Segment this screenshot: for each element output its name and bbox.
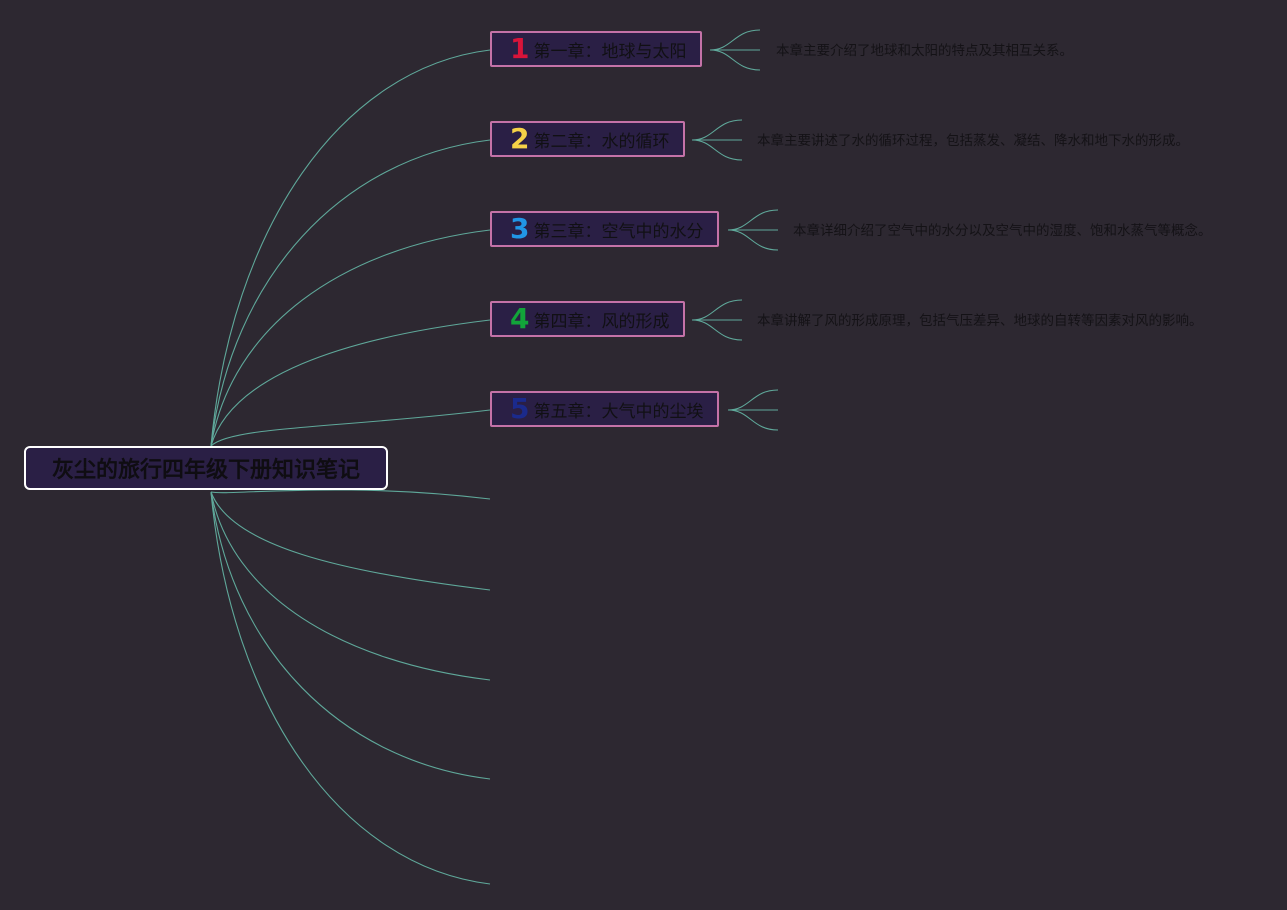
chapter-summary-2[interactable]: 本章主要讲述了水的循环过程，包括蒸发、凝结、降水和地下水的形成。: [757, 132, 1189, 150]
chapter-title-1: 第一章：地球与太阳: [533, 41, 687, 62]
fan-link-5-1: [727, 389, 779, 411]
chapter-node-2[interactable]: 2 第二章：水的循环: [490, 121, 686, 157]
branch-link-1: [210, 49, 491, 447]
chapter-title-3: 第三章：空气中的水分: [533, 221, 704, 242]
branch-link-5: [210, 409, 491, 447]
chapter-number-1: 1: [510, 32, 530, 65]
chapter-title-4: 第四章：风的形成: [533, 311, 670, 332]
fan-link-4-1: [691, 299, 743, 321]
chapter-number-3: 3: [510, 212, 530, 245]
chapter-title-5: 第五章：大气中的尘埃: [533, 401, 704, 422]
root-title: 灰尘的旅行四年级下册知识笔记: [51, 458, 360, 483]
chapter-node-5[interactable]: 5 第五章：大气中的尘埃: [490, 391, 720, 427]
fan-link-4-3: [691, 319, 743, 341]
mind-map-canvas: 灰尘的旅行四年级下册知识笔记 1 第一章：地球与太阳 本章主要介绍了地球和太阳的…: [0, 0, 1287, 910]
fan-link-1-1: [709, 29, 761, 51]
branch-link-3: [210, 229, 491, 447]
lower-branch-link-2: [210, 491, 491, 591]
lower-branch-link-5: [210, 491, 491, 885]
chapter-node-1[interactable]: 1 第一章：地球与太阳: [490, 31, 703, 67]
root-node[interactable]: 灰尘的旅行四年级下册知识笔记: [24, 446, 388, 490]
fan-link-2-3: [691, 139, 743, 161]
lower-branch-link-4: [210, 491, 491, 780]
chapter-summary-1[interactable]: 本章主要介绍了地球和太阳的特点及其相互关系。: [776, 42, 1073, 60]
chapter-title-2: 第二章：水的循环: [533, 131, 670, 152]
lower-branch-link-1: [210, 489, 491, 500]
fan-link-3-1: [727, 209, 779, 231]
fan-link-2-1: [691, 119, 743, 141]
chapter-summary-3[interactable]: 本章详细介绍了空气中的水分以及空气中的湿度、饱和水蒸气等概念。: [793, 222, 1212, 240]
fan-link-3-3: [727, 229, 779, 251]
chapter-number-5: 5: [510, 392, 530, 425]
fan-link-5-3: [727, 409, 779, 431]
branch-link-4: [210, 319, 491, 447]
chapter-summary-4[interactable]: 本章讲解了风的形成原理，包括气压差异、地球的自转等因素对风的影响。: [757, 312, 1203, 330]
lower-branch-link-3: [210, 491, 491, 681]
chapter-node-4[interactable]: 4 第四章：风的形成: [490, 301, 686, 337]
fan-link-1-3: [709, 49, 761, 71]
chapter-number-2: 2: [510, 122, 530, 155]
branch-link-2: [210, 139, 491, 447]
chapter-number-4: 4: [510, 302, 530, 335]
chapter-node-3[interactable]: 3 第三章：空气中的水分: [490, 211, 720, 247]
